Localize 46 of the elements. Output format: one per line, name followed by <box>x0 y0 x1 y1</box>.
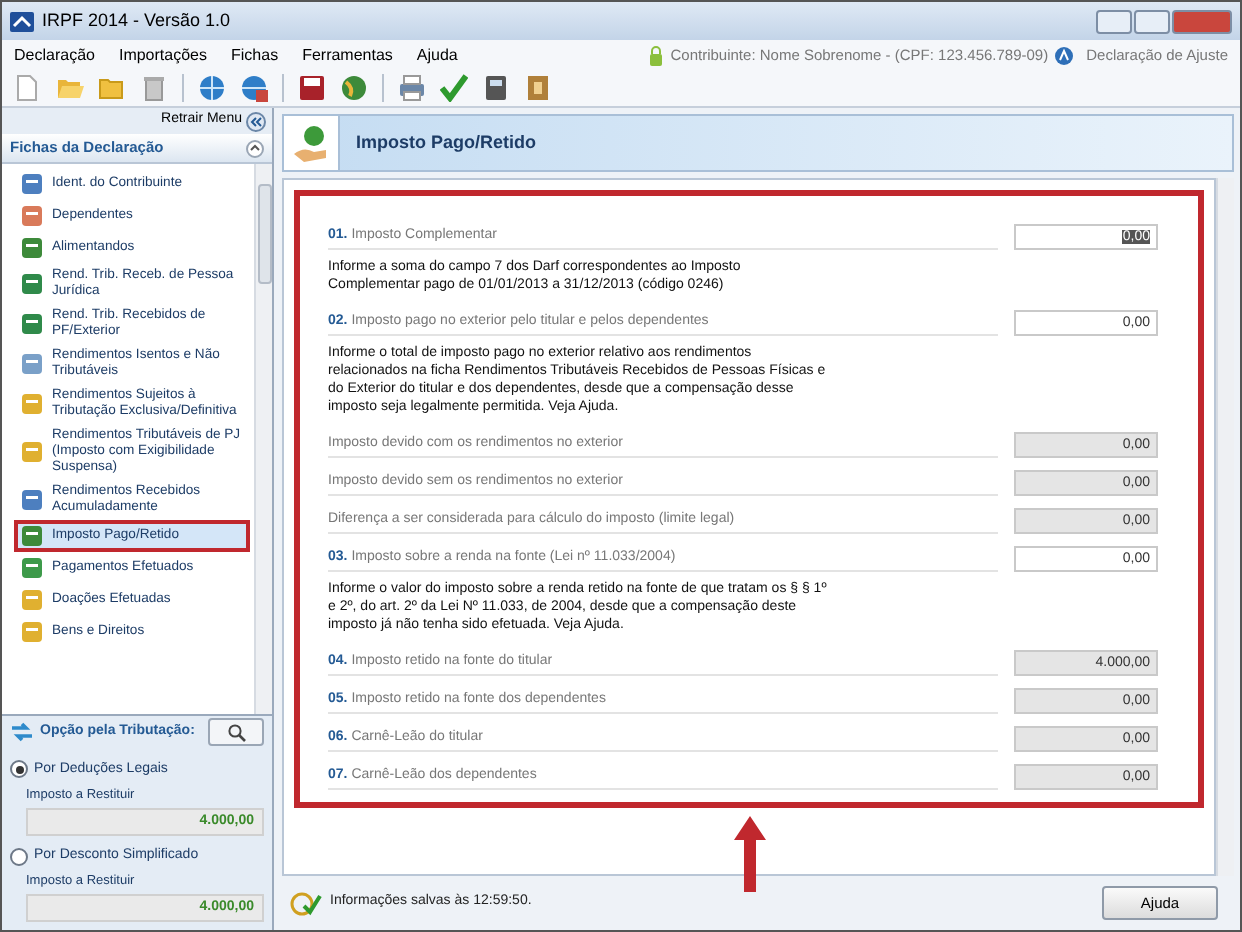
info-icon <box>1054 45 1075 65</box>
collapse-icon[interactable] <box>246 139 264 157</box>
form-icon <box>20 204 44 228</box>
form-icon <box>20 392 44 416</box>
menu-item[interactable]: Fichas <box>231 43 279 67</box>
search-button[interactable] <box>208 718 264 746</box>
form-icon <box>20 312 44 336</box>
form-icon <box>20 524 44 548</box>
minimize-button[interactable] <box>1096 9 1132 33</box>
radio-button[interactable] <box>10 847 28 865</box>
form-icon <box>20 556 44 580</box>
page-title: Imposto Pago/Retido <box>356 129 536 156</box>
check-icon[interactable] <box>440 74 468 102</box>
menu-item[interactable]: Declaração <box>14 43 95 67</box>
app-icon <box>10 11 34 31</box>
form-icon <box>20 588 44 612</box>
folder-icon[interactable] <box>98 74 126 102</box>
arrows-icon <box>10 722 34 742</box>
form-icon <box>20 236 44 260</box>
globe-icon[interactable] <box>198 74 226 102</box>
form-icon <box>20 352 44 376</box>
form-icon <box>20 488 44 512</box>
form-icon <box>20 440 44 464</box>
new-document-icon[interactable] <box>14 74 42 102</box>
trash-icon[interactable] <box>140 74 168 102</box>
globe-icon[interactable] <box>340 74 368 102</box>
menu-item[interactable]: Importações <box>118 43 207 67</box>
scrollbar[interactable] <box>254 164 272 713</box>
form-icon <box>20 172 44 196</box>
radio-button[interactable] <box>10 760 28 779</box>
search-icon <box>227 723 245 741</box>
menu-item[interactable]: Ajuda <box>416 43 458 67</box>
close-button[interactable] <box>1172 9 1232 33</box>
form-icon <box>20 272 44 296</box>
form-icon <box>20 620 44 644</box>
clock-check-icon <box>290 891 322 915</box>
printer-icon[interactable] <box>398 74 426 102</box>
window-title: IRPF 2014 - Versão 1.0 <box>42 7 231 34</box>
menu-item[interactable]: Ferramentas <box>302 43 393 67</box>
calculator-icon[interactable] <box>482 74 510 102</box>
globe-icon[interactable] <box>240 74 268 102</box>
scrollbar[interactable] <box>1216 178 1234 876</box>
lock-icon <box>648 45 665 65</box>
save-icon[interactable] <box>298 74 326 102</box>
maximize-button[interactable] <box>1134 9 1170 33</box>
collapse-icon[interactable] <box>246 111 266 131</box>
